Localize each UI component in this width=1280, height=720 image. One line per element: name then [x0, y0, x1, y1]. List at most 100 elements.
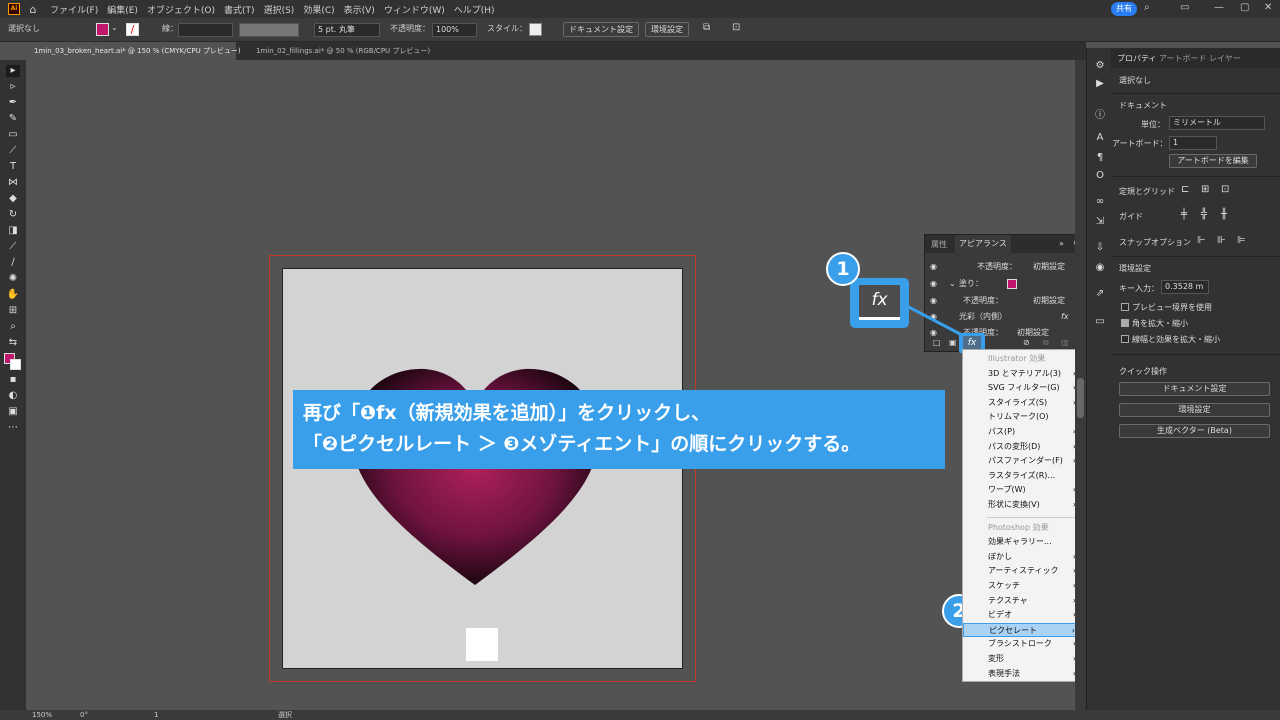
stroke-color-icon[interactable]: [10, 359, 21, 370]
effect-menu-item[interactable]: ブラシストローク›: [963, 637, 1084, 652]
hand-tool-icon[interactable]: ✋: [6, 289, 20, 301]
appearance-icon[interactable]: ◉: [1093, 262, 1107, 276]
eye-icon[interactable]: ◉: [930, 276, 937, 292]
tab-fillings[interactable]: 1min_02_fillings.ai* @ 50 % (RGB/CPU プレビ…: [248, 42, 448, 60]
artboard-number[interactable]: 1: [154, 710, 158, 720]
document-setup-button[interactable]: ドキュメント設定: [563, 22, 639, 37]
units-select[interactable]: ミリメートル: [1169, 116, 1265, 130]
direct-selection-tool-icon[interactable]: ▹: [6, 81, 20, 93]
clear-appearance-icon[interactable]: ⊘: [1023, 338, 1030, 347]
row-value[interactable]: 初期設定: [1033, 293, 1065, 309]
stroke-weight-input[interactable]: [178, 23, 233, 37]
chevron-down-icon[interactable]: ⌄: [949, 276, 956, 292]
zoom-level[interactable]: 150%: [32, 710, 52, 720]
scrollbar-thumb[interactable]: [1077, 378, 1084, 418]
edit-artboards-button[interactable]: アートボードを編集: [1169, 154, 1257, 168]
eyedropper-tool-icon[interactable]: ⟋: [6, 241, 20, 253]
asset-icon[interactable]: ⇩: [1093, 242, 1107, 256]
tab-appearance[interactable]: アピアランス: [955, 235, 1011, 253]
search-icon[interactable]: ⌕: [1144, 2, 1150, 13]
pen-tool-icon[interactable]: ✒: [6, 97, 20, 109]
menu-object[interactable]: オブジェクト(O): [147, 3, 215, 16]
character-icon[interactable]: A: [1093, 132, 1107, 146]
zoom-tool-icon[interactable]: ⌕: [6, 321, 20, 333]
home-icon[interactable]: ⌂: [26, 3, 40, 16]
fx-icon[interactable]: fx: [1061, 309, 1069, 325]
tab-properties[interactable]: プロパティ: [1117, 53, 1157, 64]
brush-definition[interactable]: 5 pt. 丸筆: [314, 23, 380, 37]
effect-menu-item[interactable]: スタイライズ(S)›: [963, 396, 1084, 411]
artboard-tool-icon[interactable]: ⊞: [6, 305, 20, 317]
transform-icon[interactable]: ⊡: [732, 22, 740, 33]
rotate-tool-icon[interactable]: ↻: [6, 209, 20, 221]
swap-colors-icon[interactable]: ⇆: [6, 337, 20, 349]
keyboard-increment-input[interactable]: 0.3528 m: [1161, 280, 1209, 294]
row-value[interactable]: 初期設定: [1033, 259, 1065, 275]
menu-file[interactable]: ファイル(F): [50, 3, 98, 16]
effect-menu-item[interactable]: SVG フィルター(G)›: [963, 381, 1084, 396]
effect-menu-item[interactable]: ビデオ›: [963, 608, 1084, 623]
panel-layout-icon[interactable]: ▭: [1180, 2, 1189, 13]
snap-pixel-icon[interactable]: ⊫: [1237, 235, 1246, 246]
type-tool-icon[interactable]: T: [6, 161, 20, 173]
menu-effect[interactable]: 効果(C): [303, 3, 334, 16]
brush-panel-icon[interactable]: ⚙: [1093, 60, 1107, 74]
collapse-icon[interactable]: »: [1059, 239, 1064, 248]
more-tools-icon[interactable]: ⋯: [6, 422, 20, 434]
duplicate-item-icon[interactable]: ⧉: [1043, 338, 1049, 348]
tab-attributes[interactable]: 属性: [931, 239, 947, 250]
effect-menu-item[interactable]: ぼかし›: [963, 550, 1084, 565]
export-icon[interactable]: ⇲: [1093, 216, 1107, 230]
pixel-grid-icon[interactable]: ⊡: [1221, 184, 1229, 195]
curvature-tool-icon[interactable]: ✎: [6, 113, 20, 125]
effect-menu-item[interactable]: パス(P)›: [963, 425, 1084, 440]
share-icon[interactable]: ⇗: [1093, 288, 1107, 302]
document-setup-button[interactable]: ドキュメント設定: [1119, 382, 1270, 396]
paintbrush-tool-icon[interactable]: ⟋: [6, 145, 20, 157]
links-icon[interactable]: ∞: [1093, 196, 1107, 210]
appearance-row[interactable]: ◉ 不透明度： 初期設定: [925, 259, 1083, 275]
color-mode-icon[interactable]: ▪: [6, 374, 20, 386]
opacity-input[interactable]: 100%: [432, 23, 477, 37]
rulers-icon[interactable]: ⊏: [1181, 184, 1189, 195]
preferences-button[interactable]: 環境設定: [645, 22, 689, 37]
screen-mode-icon[interactable]: ▣: [6, 406, 20, 418]
share-button[interactable]: 共有: [1111, 2, 1137, 16]
effect-menu-item[interactable]: アーティスティック›: [963, 564, 1084, 579]
menu-window[interactable]: ウィンドウ(W): [384, 3, 445, 16]
menu-type[interactable]: 書式(T): [224, 3, 255, 16]
artboard-select[interactable]: 1: [1169, 136, 1217, 150]
effect-menu-item[interactable]: パスの変形(D)›: [963, 440, 1084, 455]
rectangle-tool-icon[interactable]: ▭: [6, 129, 20, 141]
width-tool-icon[interactable]: ⋈: [6, 177, 20, 189]
shape-builder-tool-icon[interactable]: ◨: [6, 225, 20, 237]
tab-artboards[interactable]: アートボード: [1159, 53, 1207, 64]
canvas-scrollbar[interactable]: [1075, 60, 1086, 710]
selection-tool-icon[interactable]: ▸: [6, 65, 20, 77]
effect-menu-item[interactable]: 形状に変換(V)›: [963, 498, 1084, 513]
rotation-value[interactable]: 0°: [80, 710, 88, 720]
draw-mode-icon[interactable]: ◐: [6, 390, 20, 402]
symbol-sprayer-tool-icon[interactable]: ✺: [6, 273, 20, 285]
menu-select[interactable]: 選択(S): [264, 3, 295, 16]
effect-menu-item[interactable]: 変形›: [963, 652, 1084, 667]
eraser-tool-icon[interactable]: ◆: [6, 193, 20, 205]
scale-corners-checkbox[interactable]: [1121, 319, 1129, 327]
effect-menu-item[interactable]: スケッチ›: [963, 579, 1084, 594]
comments-icon[interactable]: ▭: [1093, 316, 1107, 330]
white-square-object[interactable]: [466, 628, 498, 661]
guides-icon[interactable]: ╪: [1181, 209, 1187, 220]
preview-bounds-checkbox[interactable]: [1121, 303, 1129, 311]
smart-guides-icon[interactable]: ╬: [1201, 209, 1207, 220]
chevron-down-icon[interactable]: ⌄: [111, 23, 118, 32]
play-icon[interactable]: ▶: [1093, 78, 1107, 92]
fill-swatch[interactable]: [96, 23, 109, 36]
grid-icon[interactable]: ⊞: [1201, 184, 1209, 195]
effect-menu-item[interactable]: 3D とマテリアル(3)›: [963, 367, 1084, 382]
fill-swatch[interactable]: [1007, 279, 1017, 289]
menu-edit[interactable]: 編集(E): [107, 3, 138, 16]
eye-icon[interactable]: ◉: [930, 259, 937, 275]
effect-menu-item[interactable]: パスファインダー(F)›: [963, 454, 1084, 469]
effect-menu-item[interactable]: 表現手法›: [963, 667, 1084, 682]
close-icon[interactable]: ✕: [1264, 2, 1272, 13]
